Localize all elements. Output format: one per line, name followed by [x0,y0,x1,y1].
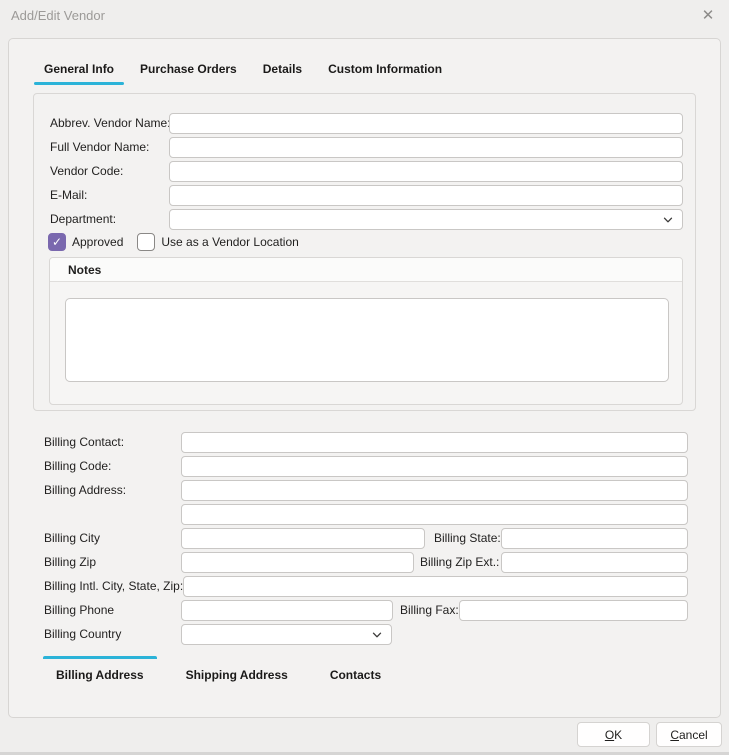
billing-address-line1-input[interactable] [181,480,688,501]
main-tab-strip: General Info Purchase Orders Details Cus… [34,60,452,85]
billing-intl-label: Billing Intl. City, State, Zip: [44,576,183,597]
full-vendor-name-row: Full Vendor Name: [34,137,695,158]
billing-zip-label: Billing Zip [44,552,96,573]
department-select[interactable] [169,209,683,230]
chevron-down-icon [371,629,383,641]
tab-custom-information[interactable]: Custom Information [318,60,452,85]
billing-fax-input[interactable] [459,600,688,621]
billing-zip-row: Billing Zip Billing Zip Ext.: [9,552,720,573]
notes-title: Notes [50,258,682,282]
department-label: Department: [50,209,116,230]
cancel-button-label: Cancel [670,728,707,742]
tab-contacts-label: Contacts [330,668,381,682]
billing-address-line2-input[interactable] [181,504,688,525]
window-title: Add/Edit Vendor [11,8,105,23]
vendor-code-row: Vendor Code: [34,161,695,182]
billing-phone-input[interactable] [181,600,393,621]
chevron-down-icon [662,214,674,226]
notes-group: Notes [49,257,683,405]
billing-address2-row [9,504,720,525]
tab-billing-address[interactable]: Billing Address [43,656,157,682]
billing-address-label: Billing Address: [44,480,126,501]
billing-intl-row: Billing Intl. City, State, Zip: [9,576,720,597]
billing-country-select[interactable] [181,624,392,645]
tab-general-info[interactable]: General Info [34,60,124,85]
tab-details-label: Details [263,62,302,76]
tab-contacts[interactable]: Contacts [317,656,394,682]
approved-label: Approved [72,235,123,249]
close-icon[interactable]: ✕ [697,5,719,27]
billing-zip-ext-label: Billing Zip Ext.: [420,552,499,573]
abbrev-vendor-name-input[interactable] [169,113,683,134]
billing-phone-label: Billing Phone [44,600,114,621]
billing-city-input[interactable] [181,528,425,549]
ok-button-label: OK [605,728,622,742]
check-icon: ✓ [52,235,62,249]
approved-checkbox[interactable]: ✓ [48,233,66,251]
notes-textarea[interactable] [65,298,669,382]
billing-contact-input[interactable] [181,432,688,453]
billing-country-row: Billing Country [9,624,720,645]
billing-phone-fax-row: Billing Phone Billing Fax: [9,600,720,621]
dialog-body: General Info Purchase Orders Details Cus… [8,38,721,718]
use-vendor-location-label: Use as a Vendor Location [161,235,298,249]
vendor-code-input[interactable] [169,161,683,182]
ok-button[interactable]: OK [577,722,650,747]
address-tab-strip: Billing Address Shipping Address Contact… [43,656,394,682]
email-input[interactable] [169,185,683,206]
checkbox-row: ✓ Approved Use as a Vendor Location [48,232,307,252]
abbrev-vendor-name-label: Abbrev. Vendor Name: [50,113,171,134]
billing-code-row: Billing Code: [9,456,720,477]
department-row: Department: [34,209,695,230]
billing-contact-row: Billing Contact: [9,432,720,453]
full-vendor-name-label: Full Vendor Name: [50,137,149,158]
billing-state-input[interactable] [501,528,688,549]
billing-address-row: Billing Address: [9,480,720,501]
abbrev-vendor-name-row: Abbrev. Vendor Name: [34,113,695,134]
billing-zip-input[interactable] [181,552,414,573]
cancel-button[interactable]: Cancel [656,722,722,747]
billing-city-label: Billing City [44,528,100,549]
full-vendor-name-input[interactable] [169,137,683,158]
billing-country-label: Billing Country [44,624,121,645]
billing-city-state-row: Billing City Billing State: [9,528,720,549]
billing-intl-input[interactable] [183,576,688,597]
billing-state-label: Billing State: [434,528,501,549]
billing-code-input[interactable] [181,456,688,477]
tab-shipping-address[interactable]: Shipping Address [173,656,301,682]
email-label: E-Mail: [50,185,87,206]
tab-billing-address-label: Billing Address [56,668,144,682]
tab-purchase-orders[interactable]: Purchase Orders [130,60,247,85]
email-row: E-Mail: [34,185,695,206]
tab-purchase-orders-label: Purchase Orders [140,62,237,76]
billing-zip-ext-input[interactable] [501,552,688,573]
use-vendor-location-checkbox[interactable] [137,233,155,251]
billing-contact-label: Billing Contact: [44,432,124,453]
tab-general-info-label: General Info [44,62,114,76]
tab-custom-information-label: Custom Information [328,62,442,76]
billing-code-label: Billing Code: [44,456,111,477]
tab-shipping-address-label: Shipping Address [186,668,288,682]
billing-fax-label: Billing Fax: [400,600,459,621]
tab-details[interactable]: Details [253,60,312,85]
vendor-code-label: Vendor Code: [50,161,123,182]
general-info-group: Abbrev. Vendor Name: Full Vendor Name: V… [33,93,696,411]
